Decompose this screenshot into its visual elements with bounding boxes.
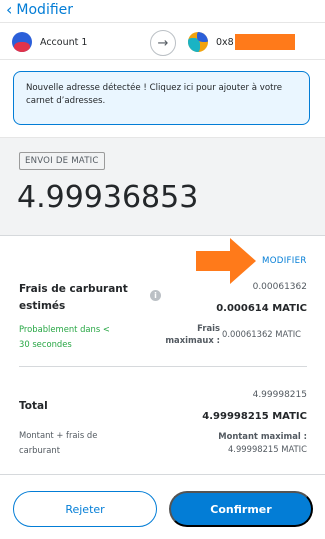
- back-button[interactable]: ‹ Modifier: [6, 0, 74, 19]
- gas-timing: Probablement dans < 30 secondes: [19, 324, 110, 349]
- arrow-right-icon: →: [150, 30, 176, 56]
- send-type-tag: ENVOI DE MATIC: [19, 152, 105, 170]
- confirm-button[interactable]: Confirmer: [169, 491, 313, 527]
- chevron-left-icon: ‹: [6, 0, 13, 19]
- send-summary: ENVOI DE MATIC 4.99936853: [0, 137, 325, 236]
- max-fee-value: 0.00061362 MATIC: [222, 329, 302, 339]
- gas-fee-fiat: 0.00061362: [252, 282, 307, 292]
- avatar: [188, 32, 208, 52]
- annotation-arrow-icon: [196, 238, 256, 284]
- total-fiat: 4.99998215: [252, 390, 307, 400]
- send-amount: 4.99936853: [17, 180, 199, 215]
- new-address-alert[interactable]: Nouvelle adresse détectée ! Cliquez ici …: [13, 71, 310, 125]
- redaction-box: [234, 34, 295, 50]
- modify-gas-button[interactable]: MODIFIER: [262, 256, 307, 266]
- sender-account-name: Account 1: [40, 36, 88, 48]
- max-amount-label: Montant maximal :: [218, 431, 307, 441]
- recipient-account[interactable]: 0x8: [188, 32, 295, 52]
- action-footer: Rejeter Confirmer: [0, 474, 325, 539]
- info-icon[interactable]: i: [150, 290, 161, 301]
- total-description: Montant + frais de carburant: [19, 430, 98, 455]
- divider: [19, 366, 307, 367]
- top-bar: ‹ Modifier: [0, 0, 325, 22]
- gas-fee-amount: 0.000614 MATIC: [216, 303, 307, 314]
- max-amount-value: 4.99998215 MATIC: [227, 444, 307, 454]
- sender-account[interactable]: Account 1: [12, 32, 87, 52]
- alert-text: Nouvelle adresse détectée ! Cliquez ici …: [26, 83, 283, 106]
- account-transfer-bar: Account 1 → 0x8: [0, 22, 325, 60]
- back-label: Modifier: [16, 2, 74, 18]
- reject-button[interactable]: Rejeter: [13, 491, 157, 527]
- total-label: Total: [19, 400, 48, 412]
- max-fee-label: Frais maximaux :: [165, 323, 220, 345]
- gas-fee-label: Frais de carburant estimés: [19, 283, 128, 312]
- recipient-address: 0x8: [216, 36, 234, 48]
- avatar: [12, 32, 32, 52]
- total-amount: 4.99998215 MATIC: [202, 411, 307, 422]
